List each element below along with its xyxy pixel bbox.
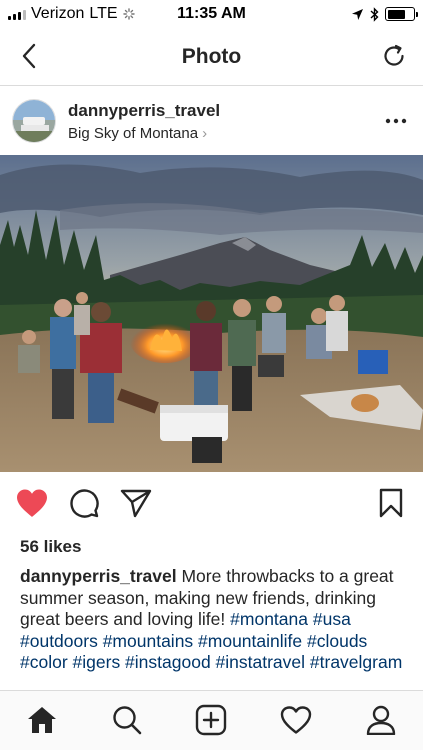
chevron-left-icon xyxy=(22,43,36,69)
refresh-button[interactable] xyxy=(379,41,409,71)
chevron-right-icon: › xyxy=(202,124,208,142)
location-arrow-icon xyxy=(352,8,363,20)
like-button[interactable] xyxy=(14,485,50,521)
post-caption: dannyperris_travel More throwbacks to a … xyxy=(20,566,410,674)
save-button[interactable] xyxy=(373,485,409,521)
post-location-label: Big Sky of Montana xyxy=(68,124,199,142)
status-time: 11:35 AM xyxy=(177,5,246,22)
more-button[interactable] xyxy=(381,106,411,136)
avatar-image xyxy=(13,100,55,142)
post-photo[interactable] xyxy=(0,155,423,472)
bluetooth-icon xyxy=(370,6,379,22)
status-bar: Verizon LTE 11:35 AM xyxy=(0,0,423,28)
tab-activity[interactable] xyxy=(274,698,318,742)
bottom-tab-bar xyxy=(0,690,423,750)
nav-bar: Photo xyxy=(0,28,423,86)
likes-count[interactable]: 56 likes xyxy=(20,537,81,557)
activity-spinner-icon xyxy=(122,8,135,20)
signal-strength-icon xyxy=(8,8,26,20)
status-left: Verizon LTE xyxy=(8,5,158,23)
page-title: Photo xyxy=(181,44,242,68)
profile-icon xyxy=(366,705,395,735)
paper-plane-icon xyxy=(120,489,152,518)
campfire-mountain-photo xyxy=(0,155,423,472)
battery-icon xyxy=(385,7,418,21)
post-meta: dannyperris_travel Big Sky of Montana › xyxy=(68,101,381,142)
tab-search[interactable] xyxy=(105,698,149,742)
comment-icon xyxy=(70,489,99,518)
caption-username[interactable]: dannyperris_travel xyxy=(20,566,177,586)
post-location[interactable]: Big Sky of Montana › xyxy=(68,125,381,142)
avatar[interactable] xyxy=(12,99,56,143)
battery-fill xyxy=(387,9,405,19)
share-button[interactable] xyxy=(118,485,154,521)
search-icon xyxy=(113,705,142,734)
bookmark-icon xyxy=(379,488,403,518)
post-header: dannyperris_travel Big Sky of Montana › xyxy=(0,87,423,155)
network-label: LTE xyxy=(89,5,118,22)
tab-home[interactable] xyxy=(20,698,64,742)
refresh-icon xyxy=(384,44,404,66)
tab-add-post[interactable] xyxy=(189,698,233,742)
add-post-icon xyxy=(196,704,227,735)
back-button[interactable] xyxy=(14,41,44,71)
home-icon xyxy=(28,706,57,733)
status-right xyxy=(265,6,418,22)
comment-button[interactable] xyxy=(66,485,102,521)
heart-filled-icon xyxy=(17,489,47,517)
carrier-label: Verizon xyxy=(31,5,85,22)
tab-profile[interactable] xyxy=(359,698,403,742)
post-actions xyxy=(0,472,423,534)
post-username[interactable]: dannyperris_travel xyxy=(68,101,381,121)
heart-outline-icon xyxy=(280,705,312,734)
more-icon xyxy=(385,118,407,124)
